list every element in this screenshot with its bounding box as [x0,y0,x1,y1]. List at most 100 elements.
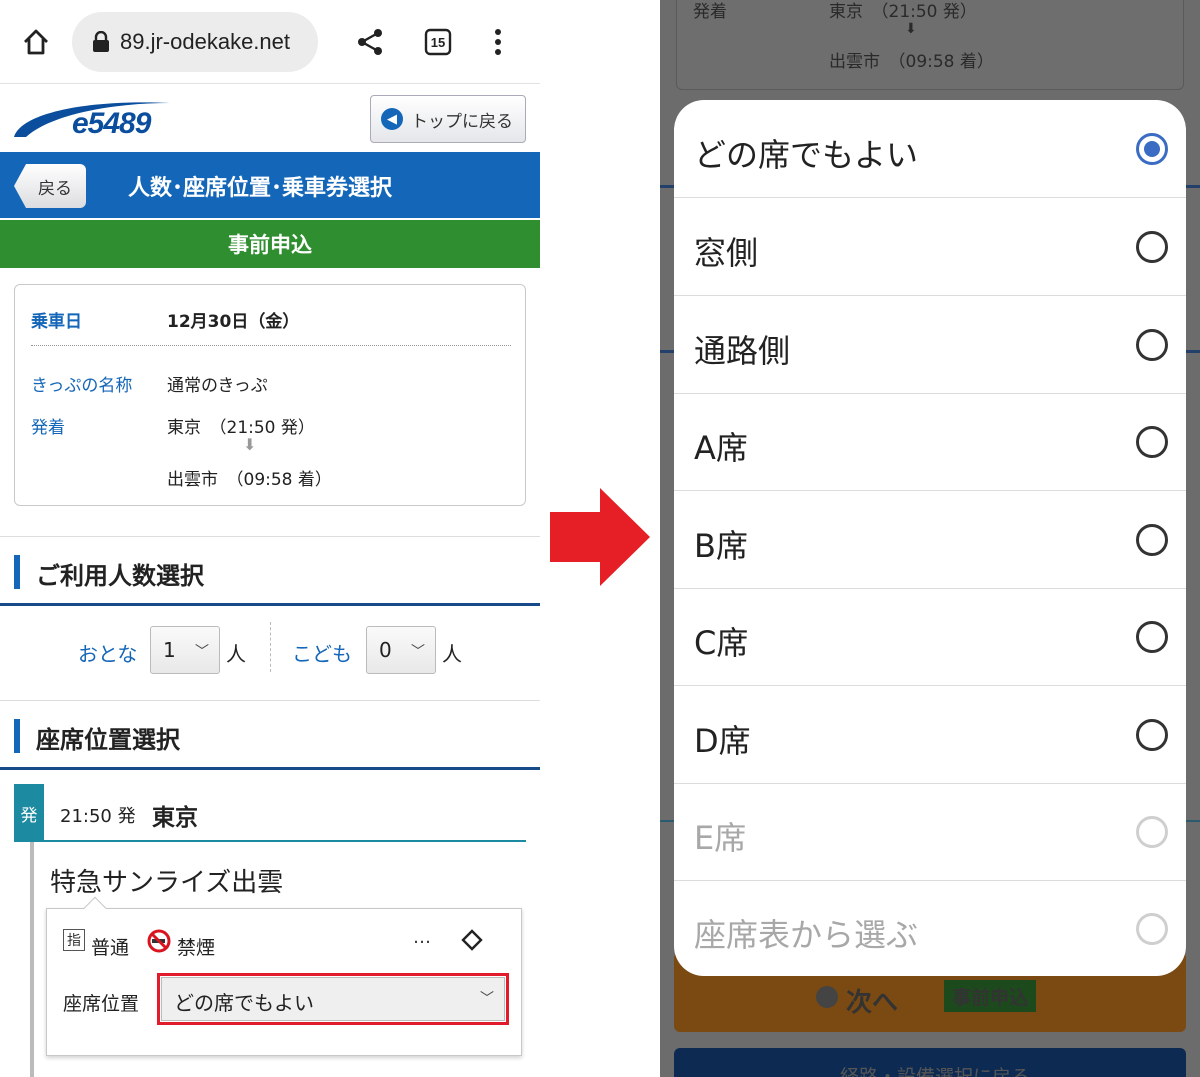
ticket-value: 通常のきっぷ [167,376,268,396]
radio-icon[interactable] [1136,621,1168,653]
radio-disabled-icon [1136,913,1168,945]
option-seat-map: 座席表から選ぶ [674,880,1186,976]
child-count-value: 0 [379,638,392,662]
chevron-down-icon: ﹀ [411,644,425,660]
bg-route-label: 発着 [693,2,727,22]
seat-option-card: 指 普通 禁煙 … 座席位置 どの席でもよい ﹀ [46,896,522,1056]
radio-selected-icon[interactable] [1136,133,1168,165]
adult-count-select[interactable]: 1 ﹀ [150,626,220,674]
journey-info-card: 乗車日 12月30日（金） きっぷの名称 通常のきっぷ 発着 東京 （21:50… [14,284,526,506]
right-arrow-icon [550,488,650,586]
logo-text: e5489 [72,107,151,140]
departure-station: 東京 [152,805,198,831]
background-journey-card: 発着 東京 （21:50 発） ⬇ 出雲市 （09:58 着） [676,0,1184,90]
ticket-label: きっぷの名称 [31,376,133,396]
bg-next-badge: 事前申込 [944,980,1037,1012]
card-pointer [83,896,107,920]
option-label: どの席でもよい [694,136,919,174]
back-to-top-button[interactable]: ◀ トップに戻る [370,95,526,143]
more-menu-icon[interactable] [478,22,518,62]
back-button[interactable]: 戻る [14,164,86,208]
departure-row: 発 21:50 発 東京 [14,784,526,842]
car-class-label: 普通 [91,937,130,959]
child-label: こども [292,642,352,666]
chevron-left-icon: ◀ [381,108,403,130]
section-marker [14,719,20,753]
bg-route-to: 出雲市 （09:58 着） [829,52,994,72]
back-to-top-label: トップに戻る [411,111,513,132]
bg-back-label: 経路・設備選択に戻る [840,1066,1031,1077]
option-label: D席 [694,722,751,760]
date-value: 12月30日（金） [167,312,300,332]
e5489-logo[interactable]: e5489 [10,93,180,145]
seat-position-select[interactable]: どの席でもよい ﹀ [161,977,505,1021]
child-unit: 人 [442,642,462,666]
url-text: 89.jr-odekake.net [120,29,290,54]
option-seat-a[interactable]: A席 [674,393,1186,491]
reserved-seat-icon: 指 [63,929,85,951]
radio-disabled-icon [1136,816,1168,848]
radio-icon[interactable] [1136,719,1168,751]
option-label: B席 [694,527,748,565]
passenger-count-row: おとな 1 ﹀ 人 こども 0 ﹀ 人 [0,606,540,700]
no-smoking-icon [147,929,171,953]
home-icon[interactable] [14,22,58,62]
route-from: 東京 （21:50 発） [167,418,315,438]
date-label: 乗車日 [31,312,82,332]
adult-unit: 人 [226,642,246,666]
adult-count-value: 1 [163,638,176,662]
option-label: 座席表から選ぶ [694,916,919,954]
seat-position-label: 座席位置 [63,993,140,1015]
arrow-down-icon: ⬇ [243,435,257,454]
chevron-down-icon: ﹀ [195,644,209,660]
option-label: C席 [694,624,749,662]
site-header: e5489 ◀ トップに戻る [0,85,540,151]
tab-count: 15 [430,34,446,50]
option-seat-b[interactable]: B席 [674,491,1186,589]
option-seat-d[interactable]: D席 [674,686,1186,784]
radio-icon[interactable] [1136,524,1168,556]
section-marker [14,555,20,589]
right-screen: 発着 東京 （21:50 発） ⬇ 出雲市 （09:58 着） 次へ 事前申込 … [660,0,1200,1077]
pre-application-banner: 事前申込 [0,220,540,268]
child-count-select[interactable]: 0 ﹀ [366,626,436,674]
bg-back-button: 経路・設備選択に戻る [674,1048,1186,1077]
adult-label: おとな [78,642,138,666]
radio-icon[interactable] [1136,329,1168,361]
chevron-right-icon [816,986,838,1008]
departure-time: 21:50 発 [60,806,136,827]
option-label: 通路側 [694,332,791,370]
radio-icon[interactable] [1136,426,1168,458]
departure-badge: 発 [14,784,44,842]
passenger-count-section-header: ご利用人数選択 [0,536,540,606]
browser-url-bar: 89.jr-odekake.net 15 [0,0,540,84]
lock-icon [93,31,109,52]
seat-position-title: 座席位置選択 [36,726,180,754]
option-any-seat[interactable]: どの席でもよい [674,100,1186,198]
passenger-count-title: ご利用人数選択 [36,562,204,590]
bg-route-from: 東京 （21:50 発） [829,2,977,22]
share-icon[interactable] [350,22,390,62]
option-label: A席 [694,429,748,467]
title-bar: 戻る 人数･座席位置･乗車券選択 [0,152,540,218]
option-window[interactable]: 窓側 [674,198,1186,296]
page-title: 人数･座席位置･乗車券選択 [128,176,393,201]
tabs-counter-icon[interactable]: 15 [418,22,458,62]
option-seat-c[interactable]: C席 [674,588,1186,686]
smoking-label: 禁煙 [177,937,216,959]
address-field[interactable]: 89.jr-odekake.net [72,12,318,72]
left-screen: 89.jr-odekake.net 15 e5489 ◀ トップに戻る 戻る 人… [0,0,540,1077]
option-seat-e: E席 [674,783,1186,881]
seat-position-value: どの席でもよい [174,991,314,1015]
route-label: 発着 [31,418,65,438]
seat-position-dialog: どの席でもよい 窓側 通路側 A席 B席 C席 D席 E席 座席表から選ぶ [674,100,1186,976]
option-aisle[interactable]: 通路側 [674,296,1186,394]
chevron-down-icon: ﹀ [480,991,494,1007]
divider [270,622,271,672]
divider [31,345,511,346]
radio-icon[interactable] [1136,231,1168,263]
diamond-icon [461,929,483,951]
route-to: 出雲市 （09:58 着） [167,470,332,490]
route-timeline [30,842,34,1077]
option-label: 窓側 [694,234,759,272]
